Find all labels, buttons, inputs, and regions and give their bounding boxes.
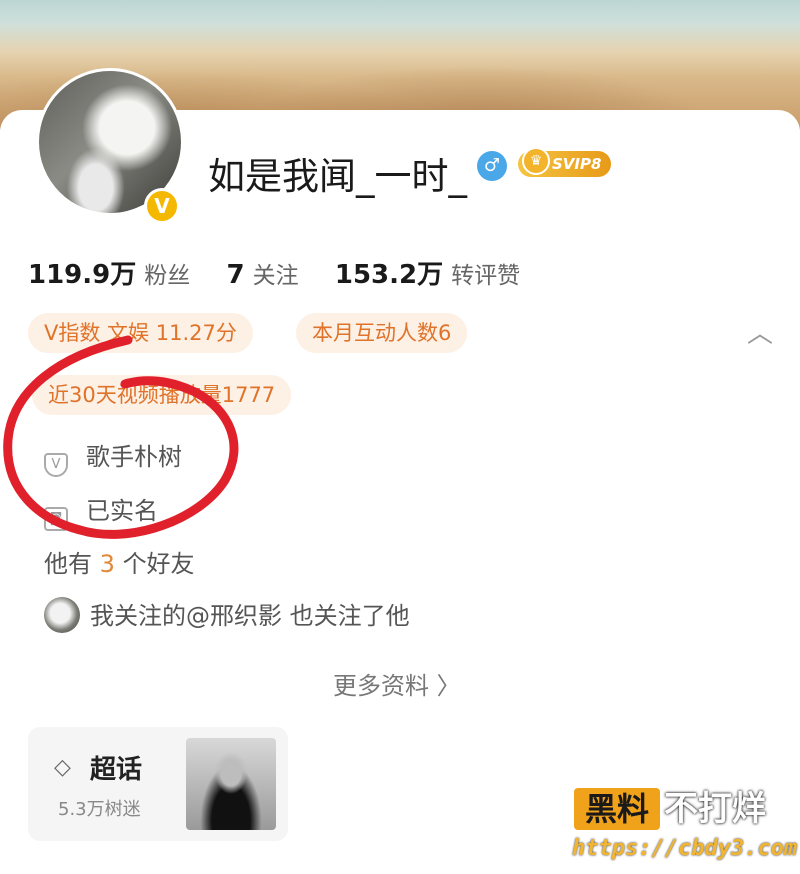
crown-icon: ♛ [522, 147, 550, 175]
verification-info: V 歌手朴树 [44, 437, 182, 477]
watermark-badge: 黑料 [574, 788, 660, 830]
v-index-tag[interactable]: V指数 文娱 11.27分 [28, 313, 253, 353]
super-topic-card[interactable]: ◇ 超话 5.3万树迷 [28, 727, 288, 841]
real-name-info: ◙ 已实名 [44, 491, 158, 531]
verification-text: 歌手朴树 [86, 443, 182, 471]
super-topic-title: 超话 [90, 755, 143, 785]
male-gender-icon: ♂ [477, 151, 507, 181]
svip-badge[interactable]: ♛ SVIP8 [518, 147, 612, 177]
monthly-interaction-tag[interactable]: 本月互动人数6 [296, 313, 468, 353]
more-info-label: 更多资料 [333, 672, 429, 700]
diamond-icon: ◇ [54, 755, 71, 780]
username: 如是我闻_一时_ [208, 155, 467, 198]
followers-label: 粉丝 [144, 263, 191, 289]
verified-shield-icon: V [44, 453, 68, 477]
watermark-url: https://cbdy3.com [572, 836, 798, 861]
chevron-up-icon[interactable]: ︿ [746, 320, 774, 348]
video-plays-tag[interactable]: 近30天视频播放量1777 [32, 375, 292, 415]
engagement-count: 153.2万 [334, 260, 444, 290]
super-topic-count: 5.3万树迷 [58, 799, 141, 820]
following-stat[interactable]: 7 关注 [227, 260, 335, 290]
friends-count-row[interactable]: 他有 3 个好友 [44, 544, 195, 579]
watermark-text: 不打烊 [664, 789, 766, 829]
profile-stats: 119.9万 粉丝 7 关注 153.2万 转评赞 [28, 254, 548, 291]
engagement-label: 转评赞 [451, 263, 521, 289]
mutual-follow-row[interactable]: 我关注的@邢织影 也关注了他 [44, 596, 410, 633]
engagement-stat[interactable]: 153.2万 转评赞 [335, 260, 548, 290]
mutual-follow-text: 我关注的@邢织影 也关注了他 [90, 602, 410, 630]
friends-suffix: 个好友 [122, 550, 195, 578]
followers-count: 119.9万 [28, 260, 137, 290]
chevron-right-icon: 〉 [436, 672, 461, 700]
friends-count: 3 [99, 550, 115, 578]
following-label: 关注 [252, 263, 299, 289]
real-name-text: 已实名 [86, 497, 158, 525]
more-info-link[interactable]: 更多资料 〉 [333, 666, 461, 701]
mutual-avatar [44, 597, 80, 633]
following-count: 7 [226, 260, 245, 290]
followers-stat[interactable]: 119.9万 粉丝 [28, 260, 227, 290]
svip-label: SVIP8 [552, 155, 602, 173]
super-topic-thumbnail [186, 738, 276, 830]
id-card-icon: ◙ [44, 507, 68, 531]
verified-badge-icon: V [144, 188, 180, 224]
friends-prefix: 他有 [44, 550, 92, 578]
